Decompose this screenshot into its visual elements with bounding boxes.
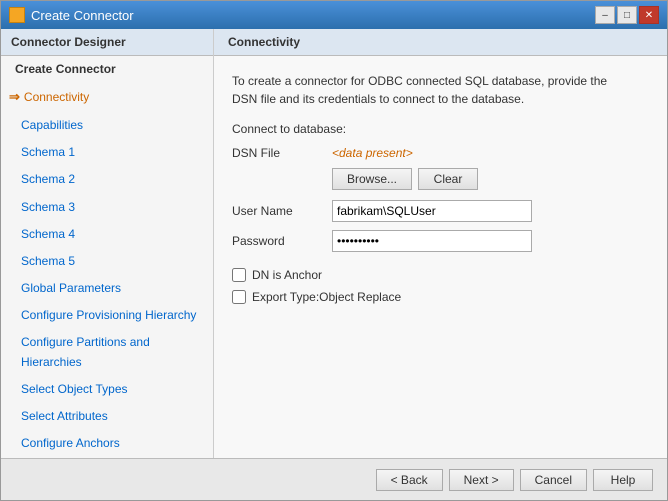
dsn-label: DSN File (232, 146, 332, 160)
sidebar-item-capabilities[interactable]: Capabilities (1, 112, 213, 139)
panel-header: Connectivity (214, 29, 667, 56)
sidebar-item-select-attributes[interactable]: Select Attributes (1, 403, 213, 430)
panel-body: To create a connector for ODBC connected… (214, 56, 667, 458)
sidebar: Connector Designer Create Connector ⇒ Co… (1, 29, 214, 458)
password-input[interactable] (332, 230, 532, 252)
dn-anchor-label: DN is Anchor (252, 268, 322, 282)
sidebar-item-global-parameters[interactable]: Global Parameters (1, 275, 213, 302)
right-panel: Connectivity To create a connector for O… (214, 29, 667, 458)
dsn-value: <data present> (332, 146, 649, 160)
username-label: User Name (232, 204, 332, 218)
active-arrow-icon: ⇒ (9, 87, 20, 108)
app-icon (9, 7, 25, 23)
browse-clear-row: Browse... Clear (232, 168, 649, 190)
cancel-button[interactable]: Cancel (520, 469, 587, 491)
clear-button[interactable]: Clear (418, 168, 478, 190)
next-button[interactable]: Next > (449, 469, 514, 491)
title-bar-left: Create Connector (9, 7, 134, 23)
export-row: Export Type:Object Replace (232, 290, 649, 304)
sidebar-item-configure-partitions[interactable]: Configure Partitions and Hierarchies (1, 329, 213, 375)
sidebar-item-schema4[interactable]: Schema 4 (1, 221, 213, 248)
title-bar-controls: – □ ✕ (595, 6, 659, 24)
form-section: DSN File <data present> Browse... Clear … (232, 146, 649, 252)
close-button[interactable]: ✕ (639, 6, 659, 24)
back-button[interactable]: < Back (376, 469, 443, 491)
maximize-button[interactable]: □ (617, 6, 637, 24)
minimize-button[interactable]: – (595, 6, 615, 24)
dn-anchor-row: DN is Anchor (232, 268, 649, 282)
main-content: Connector Designer Create Connector ⇒ Co… (1, 29, 667, 458)
sidebar-item-create-connector[interactable]: Create Connector (1, 56, 213, 83)
sidebar-item-configure-provisioning[interactable]: Configure Provisioning Hierarchy (1, 302, 213, 329)
sidebar-item-schema2[interactable]: Schema 2 (1, 166, 213, 193)
username-input[interactable] (332, 200, 532, 222)
sidebar-item-configure-anchors[interactable]: Configure Anchors (1, 430, 213, 457)
description-text: To create a connector for ODBC connected… (232, 72, 632, 108)
title-bar: Create Connector – □ ✕ (1, 1, 667, 29)
password-row: Password (232, 230, 649, 252)
sidebar-item-connectivity[interactable]: ⇒ Connectivity (1, 83, 213, 112)
sidebar-header: Connector Designer (1, 29, 213, 56)
main-window: Create Connector – □ ✕ Connector Designe… (0, 0, 668, 501)
export-type-label: Export Type:Object Replace (252, 290, 401, 304)
sidebar-item-schema5[interactable]: Schema 5 (1, 248, 213, 275)
checkboxes-section: DN is Anchor Export Type:Object Replace (232, 268, 649, 304)
dsn-row: DSN File <data present> (232, 146, 649, 160)
username-row: User Name (232, 200, 649, 222)
sidebar-item-schema1[interactable]: Schema 1 (1, 139, 213, 166)
sidebar-item-select-object-types[interactable]: Select Object Types (1, 376, 213, 403)
help-button[interactable]: Help (593, 469, 653, 491)
export-type-checkbox[interactable] (232, 290, 246, 304)
connect-label: Connect to database: (232, 122, 649, 136)
dn-anchor-checkbox[interactable] (232, 268, 246, 282)
window-title: Create Connector (31, 8, 134, 23)
footer: < Back Next > Cancel Help (1, 458, 667, 500)
password-label: Password (232, 234, 332, 248)
sidebar-item-schema3[interactable]: Schema 3 (1, 194, 213, 221)
browse-button[interactable]: Browse... (332, 168, 412, 190)
